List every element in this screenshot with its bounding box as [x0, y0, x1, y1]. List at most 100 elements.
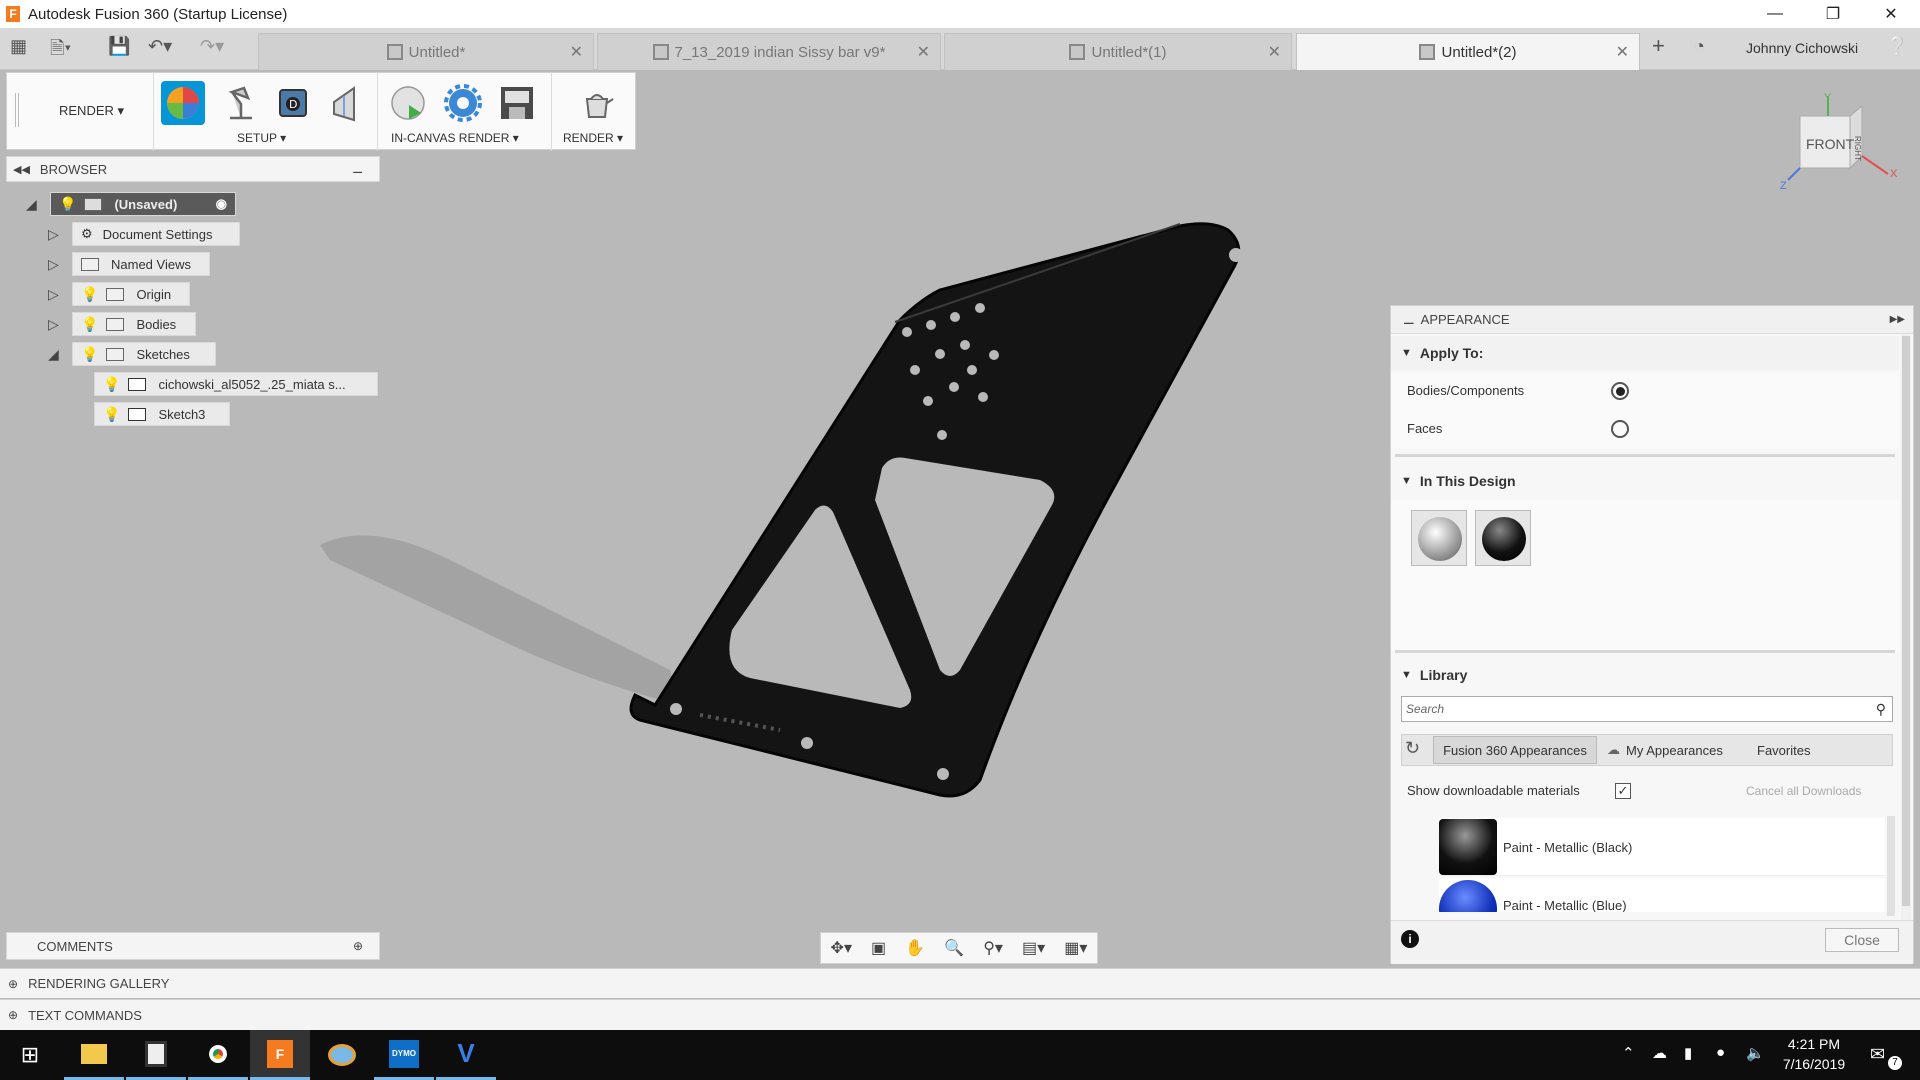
- collapse-icon[interactable]: ◀◀: [13, 163, 30, 176]
- display-settings-icon[interactable]: ▤▾: [1022, 938, 1045, 958]
- tab-fusion-appearances[interactable]: Fusion 360 Appearances: [1433, 736, 1597, 764]
- redo-icon[interactable]: ↷▾: [200, 36, 224, 57]
- collapse-triangle-icon[interactable]: ▼: [1401, 347, 1412, 359]
- dymo-connect-icon[interactable]: DYMO: [374, 1030, 434, 1080]
- right-face-label[interactable]: RIGHT: [1853, 136, 1862, 161]
- dialog-scrollbar[interactable]: [1901, 334, 1911, 924]
- design-material-steel[interactable]: [1411, 510, 1467, 566]
- paint-icon[interactable]: [312, 1030, 372, 1080]
- library-search-input[interactable]: Search ⚲: [1401, 696, 1893, 722]
- action-center-icon[interactable]: ✉: [1870, 1044, 1885, 1065]
- comments-panel[interactable]: COMMENTS ⊕: [6, 932, 380, 960]
- undo-icon[interactable]: ↶▾: [148, 36, 172, 57]
- library-item-metallic-black[interactable]: Paint - Metallic (Black): [1439, 818, 1885, 876]
- collapse-triangle-icon[interactable]: ▼: [1401, 475, 1412, 487]
- appearance-header[interactable]: ⚊ APPEARANCE ▶▶: [1391, 306, 1913, 334]
- text-commands-bar[interactable]: ⊕ TEXT COMMANDS: [0, 999, 1920, 1030]
- windows-start-icon[interactable]: ⊞: [0, 1030, 60, 1080]
- new-tab-icon[interactable]: +: [1652, 33, 1665, 59]
- onedrive-icon[interactable]: ☁: [1652, 1044, 1667, 1062]
- apply-to-section[interactable]: ▼ Apply To:: [1391, 336, 1899, 370]
- browser-header[interactable]: ◀◀ BROWSER ⚊: [6, 156, 380, 182]
- minus-circle-icon[interactable]: ⚊: [352, 162, 363, 176]
- battery-icon[interactable]: ▮: [1684, 1044, 1692, 1062]
- plus-circle-icon[interactable]: ⊕: [353, 939, 363, 953]
- pan-icon[interactable]: ✋: [905, 938, 925, 958]
- collapse-triangle-icon[interactable]: ◢: [26, 196, 37, 213]
- library-item-metallic-blue[interactable]: Paint - Metallic (Blue): [1439, 878, 1885, 912]
- expand-triangle-icon[interactable]: ▷: [48, 256, 59, 273]
- front-face-label[interactable]: FRONT: [1806, 136, 1854, 152]
- minimize-button[interactable]: —: [1746, 0, 1804, 28]
- rendering-gallery-bar[interactable]: ⊕ RENDERING GALLERY: [0, 968, 1920, 998]
- user-name[interactable]: Johnny Cichowski: [1746, 40, 1858, 56]
- tab-close-icon[interactable]: ✕: [570, 42, 583, 62]
- setup-group-label[interactable]: SETUP ▾: [237, 131, 286, 145]
- design-material-black[interactable]: [1475, 510, 1531, 566]
- close-window-button[interactable]: ✕: [1862, 0, 1920, 28]
- activate-radio-icon[interactable]: ◉: [216, 196, 227, 212]
- tab-close-icon[interactable]: ✕: [917, 42, 930, 62]
- chrome-icon[interactable]: [188, 1030, 248, 1080]
- expand-triangle-icon[interactable]: ▷: [48, 316, 59, 333]
- minus-circle-icon[interactable]: ⚊: [1403, 312, 1415, 328]
- tree-item-named-views[interactable]: Named Views: [72, 252, 210, 276]
- show-hidden-icons-icon[interactable]: ⌃: [1622, 1044, 1635, 1062]
- search-icon[interactable]: ⚲: [1876, 701, 1886, 718]
- look-at-icon[interactable]: ▣: [871, 938, 886, 958]
- model-canvas[interactable]: [300, 200, 1300, 820]
- bulb-off-icon[interactable]: 💡: [81, 286, 98, 303]
- appearance-button[interactable]: [161, 81, 205, 125]
- calculator-icon[interactable]: [126, 1030, 186, 1080]
- capture-image-button[interactable]: [495, 81, 539, 125]
- file-menu-icon[interactable]: 🗎▾: [50, 36, 71, 66]
- info-icon[interactable]: i: [1401, 930, 1419, 948]
- render-button[interactable]: [575, 81, 619, 125]
- scene-settings-button[interactable]: [219, 81, 263, 125]
- fusion-360-taskbar-icon[interactable]: F: [250, 1030, 310, 1080]
- tab-untitled-2[interactable]: Untitled*(2) ✕: [1296, 33, 1640, 70]
- bulb-icon[interactable]: 💡: [81, 316, 98, 333]
- expand-triangle-icon[interactable]: ▷: [48, 286, 59, 303]
- vpn-app-icon[interactable]: V: [436, 1030, 496, 1080]
- clock-time[interactable]: 4:21 PM: [1784, 1036, 1844, 1052]
- show-downloadable-checkbox[interactable]: ✓: [1615, 783, 1631, 799]
- tree-item-bodies[interactable]: 💡 Bodies: [72, 312, 196, 336]
- decal-button[interactable]: D: [271, 81, 315, 125]
- cancel-downloads-link[interactable]: Cancel all Downloads: [1746, 784, 1861, 798]
- expand-triangle-icon[interactable]: ▷: [48, 226, 59, 243]
- tab-close-icon[interactable]: ✕: [1616, 42, 1629, 62]
- faces-radio[interactable]: [1611, 420, 1629, 438]
- tab-favorites[interactable]: Favorites: [1757, 736, 1837, 764]
- tree-item-document-settings[interactable]: ⚙ Document Settings: [72, 222, 240, 246]
- grid-settings-icon[interactable]: ▦▾: [1064, 938, 1087, 958]
- fit-icon[interactable]: ⚲▾: [983, 938, 1003, 958]
- volume-icon[interactable]: 🔈: [1746, 1044, 1765, 1062]
- tab-sissy-bar[interactable]: 7_13_2019 indian Sissy bar v9* ✕: [597, 33, 941, 70]
- view-cube[interactable]: FRONT RIGHT Y X Z: [1780, 92, 1900, 196]
- tab-close-icon[interactable]: ✕: [1268, 42, 1281, 62]
- tab-my-appearances[interactable]: ☁ My Appearances: [1607, 736, 1747, 764]
- tab-untitled[interactable]: Untitled* ✕: [258, 33, 594, 70]
- bulb-icon[interactable]: 💡: [103, 406, 120, 423]
- collapse-triangle-icon[interactable]: ◢: [48, 346, 59, 363]
- in-canvas-render-button[interactable]: [387, 81, 431, 125]
- tab-untitled-1[interactable]: Untitled*(1) ✕: [944, 33, 1292, 70]
- bulb-off-icon[interactable]: 💡: [103, 376, 120, 393]
- in-canvas-group-label[interactable]: IN-CANVAS RENDER ▾: [391, 131, 519, 145]
- workspace-switcher[interactable]: RENDER ▾: [59, 103, 124, 119]
- collapse-triangle-icon[interactable]: ▼: [1401, 669, 1412, 681]
- sissy-bar-part[interactable]: [629, 222, 1243, 798]
- texture-map-button[interactable]: [323, 81, 367, 125]
- file-explorer-icon[interactable]: [64, 1030, 124, 1080]
- tree-root[interactable]: 💡 (Unsaved) ◉: [50, 192, 236, 216]
- help-icon[interactable]: ❔: [1886, 36, 1908, 57]
- zoom-icon[interactable]: 🔍: [944, 938, 964, 958]
- plus-circle-icon[interactable]: ⊕: [8, 977, 18, 991]
- restore-button[interactable]: ❐: [1804, 0, 1862, 28]
- plus-circle-icon[interactable]: ⊕: [8, 1008, 18, 1022]
- bulb-icon[interactable]: 💡: [59, 196, 76, 213]
- tree-item-origin[interactable]: 💡 Origin: [72, 282, 190, 306]
- wifi-icon[interactable]: ●: [1716, 1044, 1725, 1061]
- save-icon[interactable]: 💾: [108, 36, 130, 57]
